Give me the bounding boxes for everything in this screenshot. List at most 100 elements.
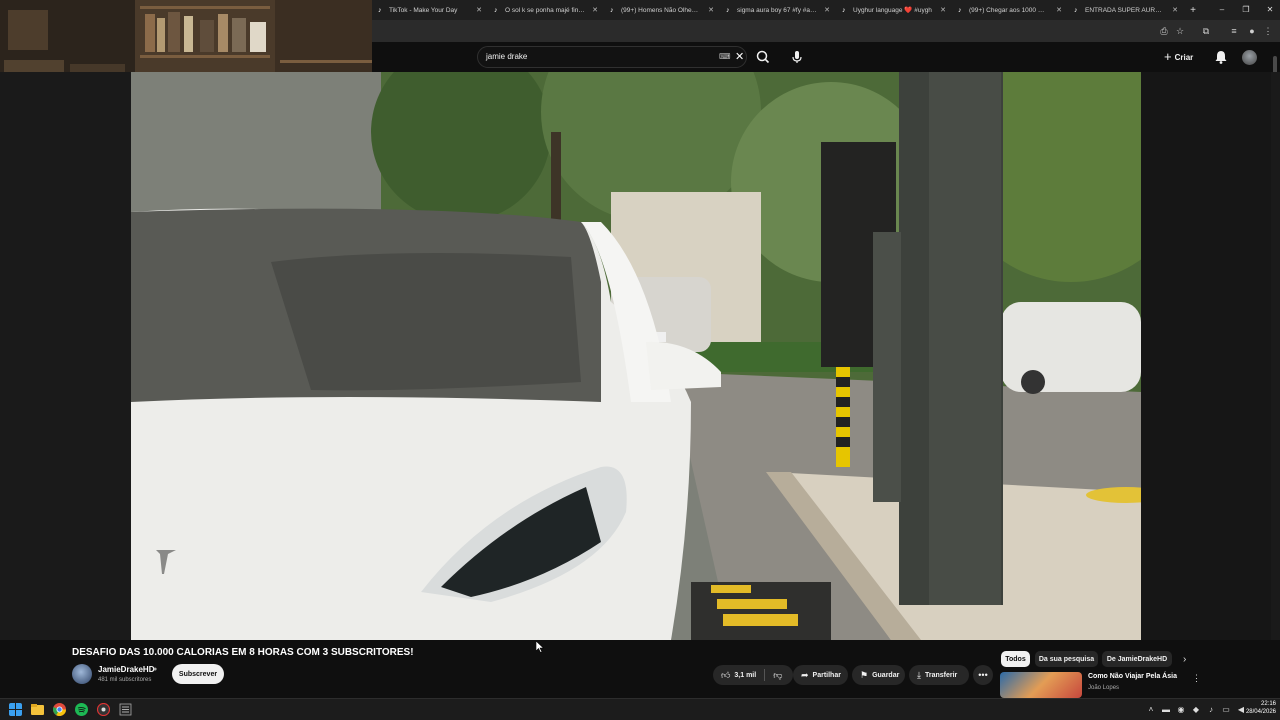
chrome-icon[interactable] bbox=[53, 703, 66, 716]
microphone-icon bbox=[792, 51, 802, 63]
browser-tab[interactable]: ♪ (99+) Chegar aos 1000 Golos ✕ bbox=[952, 0, 1068, 20]
search-icon bbox=[756, 50, 770, 64]
system-tray: ˄ ▬ ◉ ◆ ♪ ▭ ◀ bbox=[1146, 703, 1246, 717]
tiktok-icon: ♪ bbox=[958, 6, 962, 14]
browser-tab[interactable]: ♪ ENTRADA SUPER AURA NA S ✕ bbox=[1068, 0, 1184, 20]
voice-search-button[interactable] bbox=[786, 46, 808, 68]
terminal-icon[interactable] bbox=[119, 703, 132, 716]
browser-tab[interactable]: ♪ TikTok - Make Your Day ✕ bbox=[372, 0, 488, 20]
tab-close-icon[interactable]: ✕ bbox=[708, 6, 714, 14]
suggestion-thumbnail[interactable] bbox=[1000, 672, 1082, 698]
extensions-icon[interactable]: ⧉ bbox=[1200, 25, 1212, 37]
bookmark-star-icon[interactable]: ☆ bbox=[1174, 25, 1186, 37]
maximize-button[interactable]: ❐ bbox=[1234, 0, 1258, 20]
search-input[interactable]: jamie drake bbox=[486, 52, 527, 61]
new-tab-button[interactable]: + bbox=[1186, 5, 1200, 16]
video-title: DESAFIO DAS 10.000 CALORIAS EM 8 HORAS C… bbox=[72, 647, 414, 658]
divider bbox=[764, 669, 766, 681]
tab-title: sigma aura boy 67 #fy #aura bbox=[737, 6, 817, 14]
folder-icon[interactable]: ▬ bbox=[1161, 705, 1171, 715]
more-horizontal-icon: ••• bbox=[978, 670, 988, 680]
browser-tab[interactable]: ♪ O sol k se ponha majé finu se ✕ bbox=[488, 0, 604, 20]
search-button[interactable] bbox=[752, 46, 774, 68]
channel-avatar[interactable] bbox=[72, 664, 92, 684]
verified-icon: ● bbox=[153, 666, 158, 673]
account-avatar[interactable] bbox=[1242, 50, 1257, 65]
record-icon[interactable]: ◉ bbox=[1176, 705, 1186, 715]
tab-close-icon[interactable]: ✕ bbox=[1056, 6, 1062, 14]
chip-from-search[interactable]: Da sua pesquisa bbox=[1035, 651, 1098, 667]
windows-start-icon[interactable] bbox=[9, 703, 22, 716]
close-window-button[interactable]: ✕ bbox=[1258, 0, 1280, 20]
tab-close-icon[interactable]: ✕ bbox=[476, 6, 482, 14]
clock-date[interactable]: 28/04/2026 bbox=[1240, 709, 1276, 715]
subscribe-button[interactable]: Subscrever bbox=[172, 664, 224, 684]
tab-close-icon[interactable]: ✕ bbox=[592, 6, 598, 14]
share-button[interactable]: ➦ Partilhar bbox=[793, 665, 848, 685]
video-frame-image bbox=[131, 72, 1141, 640]
browser-toolbar: ⎙ ☆ ⧉ ≡ ● ⋮ bbox=[372, 20, 1280, 42]
create-button[interactable]: + Criar bbox=[1164, 47, 1204, 67]
download-button[interactable]: ⤓ Transferir bbox=[909, 665, 969, 685]
browser-tab[interactable]: ♪ sigma aura boy 67 #fy #aura ✕ bbox=[720, 0, 836, 20]
video-frame[interactable] bbox=[131, 72, 1141, 640]
tab-title: ENTRADA SUPER AURA NA S bbox=[1085, 6, 1165, 14]
file-explorer-icon[interactable] bbox=[31, 703, 44, 716]
notifications-button[interactable] bbox=[1214, 49, 1228, 65]
tab-title: TikTok - Make Your Day bbox=[389, 6, 458, 14]
clear-search-icon[interactable]: ✕ bbox=[735, 50, 744, 63]
like-count[interactable]: 3,1 mil bbox=[734, 672, 756, 679]
thumbs-down-icon[interactable]: 👎︎ bbox=[773, 670, 782, 681]
install-app-icon[interactable]: ⎙ bbox=[1158, 25, 1170, 37]
keyboard-icon[interactable]: ⌨ bbox=[719, 52, 731, 61]
download-icon: ⤓ bbox=[917, 669, 921, 680]
suggestion-title[interactable]: Como Não Viajar Pela Ásia bbox=[1088, 673, 1177, 680]
plus-icon: + bbox=[1164, 49, 1172, 64]
tab-title: (99+) Chegar aos 1000 Golos bbox=[969, 6, 1049, 14]
more-vertical-icon[interactable]: ⋮ bbox=[1192, 673, 1201, 684]
subscriber-count: 481 mil subscritores bbox=[98, 677, 152, 683]
chip-from-channel[interactable]: De JamieDrakeHD bbox=[1102, 651, 1172, 667]
suggestion-channel[interactable]: João Lopes bbox=[1088, 685, 1119, 691]
network-icon[interactable]: ▭ bbox=[1221, 705, 1231, 715]
spotify-icon[interactable] bbox=[75, 703, 88, 716]
tab-close-icon[interactable]: ✕ bbox=[1172, 6, 1178, 14]
chevron-up-icon[interactable]: ˄ bbox=[1146, 705, 1156, 715]
video-side-panel bbox=[1141, 72, 1271, 640]
channel-name[interactable]: JamieDrakeHD bbox=[98, 665, 154, 674]
media-controls-icon[interactable]: ≡ bbox=[1228, 25, 1240, 37]
tiktok-icon: ♪ bbox=[842, 6, 846, 14]
download-label: Transferir bbox=[924, 671, 958, 679]
microphone-icon[interactable]: ♪ bbox=[1206, 705, 1216, 715]
more-actions-button[interactable]: ••• bbox=[973, 665, 993, 685]
thumbs-up-icon[interactable]: 👍︎ bbox=[721, 670, 730, 681]
share-icon: ➦ bbox=[801, 669, 809, 680]
create-label: Criar bbox=[1174, 52, 1194, 62]
tab-close-icon[interactable]: ✕ bbox=[940, 6, 946, 14]
share-label: Partilhar bbox=[812, 671, 841, 679]
tiktok-icon: ♪ bbox=[494, 6, 498, 14]
windows-taskbar: ˄ ▬ ◉ ◆ ♪ ▭ ◀ bbox=[0, 698, 1280, 720]
minimize-button[interactable]: – bbox=[1210, 0, 1234, 20]
chevron-right-icon[interactable]: › bbox=[1183, 654, 1186, 665]
tab-title: (99+) Homens Não Olhem Pa bbox=[621, 6, 701, 14]
search-box[interactable]: jamie drake ⌨ ✕ bbox=[477, 46, 747, 68]
clock-time[interactable]: 22:16 bbox=[1254, 701, 1276, 707]
bookmark-icon: ⚑ bbox=[860, 669, 869, 680]
browser-menu-icon[interactable]: ⋮ bbox=[1262, 25, 1274, 37]
youtube-masthead: jamie drake ⌨ ✕ + Criar bbox=[372, 42, 1280, 72]
tab-close-icon[interactable]: ✕ bbox=[824, 6, 830, 14]
browser-tab[interactable]: ♪ (99+) Homens Não Olhem Pa ✕ bbox=[604, 0, 720, 20]
app-icon[interactable] bbox=[97, 703, 110, 716]
tab-title: O sol k se ponha majé finu se bbox=[505, 6, 585, 14]
save-button[interactable]: ⚑ Guardar bbox=[852, 665, 905, 685]
tiktok-icon: ♪ bbox=[610, 6, 614, 14]
like-dislike-group: 👍︎ 3,1 mil 👎︎ bbox=[713, 665, 793, 685]
tiktok-icon: ♪ bbox=[378, 6, 382, 14]
browser-tab-strip: ♪ TikTok - Make Your Day ✕ ♪ O sol k se … bbox=[372, 0, 1280, 20]
chip-all[interactable]: Todos bbox=[1001, 651, 1030, 667]
tiktok-icon: ♪ bbox=[1074, 6, 1078, 14]
profile-icon[interactable]: ● bbox=[1246, 25, 1258, 37]
controller-icon[interactable]: ◆ bbox=[1191, 705, 1201, 715]
browser-tab[interactable]: ♪ Uyghur language ❤️ #uygh ✕ bbox=[836, 0, 952, 20]
